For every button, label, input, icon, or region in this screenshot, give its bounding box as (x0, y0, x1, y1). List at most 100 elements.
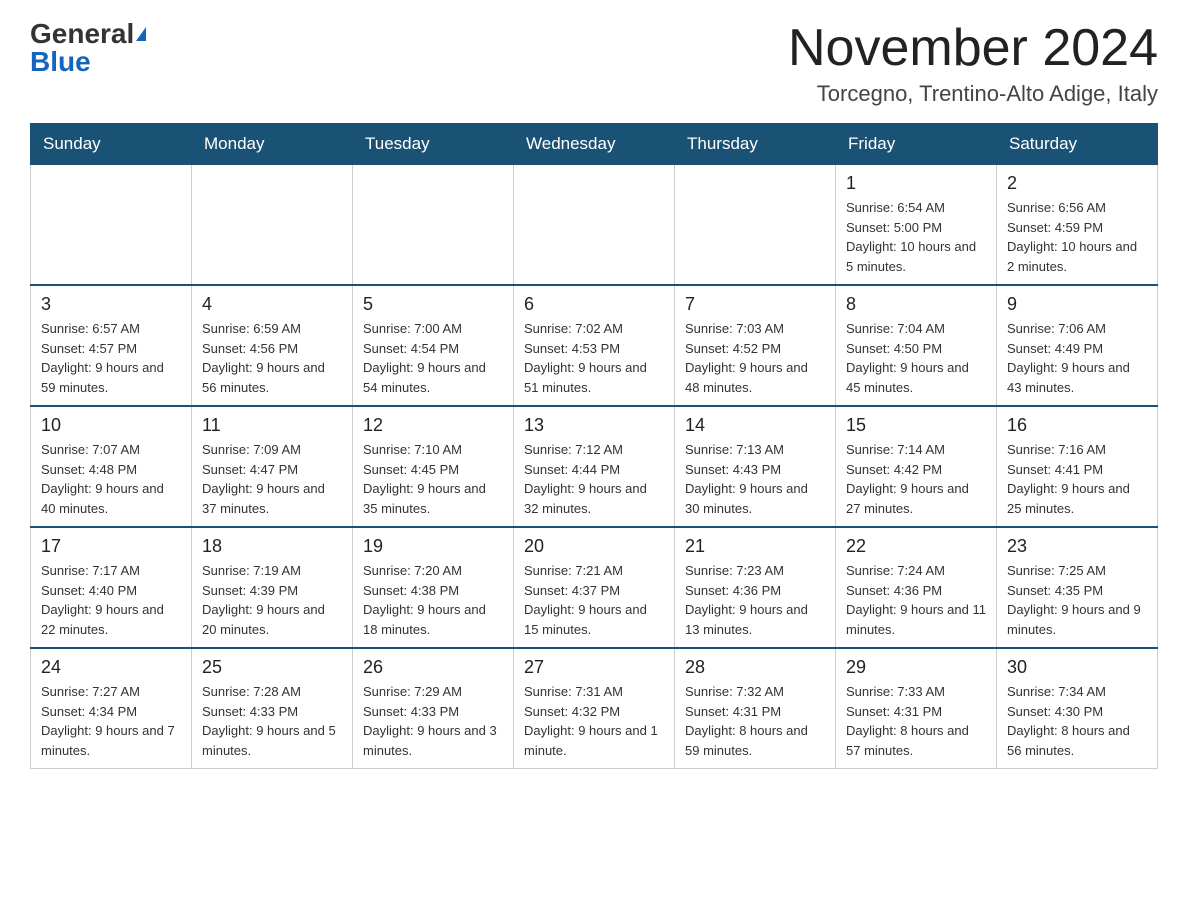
day-number: 5 (363, 294, 503, 315)
calendar-cell: 10 Sunrise: 7:07 AM Sunset: 4:48 PM Dayli… (31, 406, 192, 527)
day-info: Sunrise: 7:23 AM Sunset: 4:36 PM Dayligh… (685, 561, 825, 639)
day-info: Sunrise: 7:07 AM Sunset: 4:48 PM Dayligh… (41, 440, 181, 518)
day-number: 21 (685, 536, 825, 557)
day-number: 24 (41, 657, 181, 678)
calendar-cell: 20Sunrise: 7:21 AM Sunset: 4:37 PM Dayli… (514, 527, 675, 648)
calendar-cell: 12 Sunrise: 7:10 AM Sunset: 4:45 PM Dayli… (353, 406, 514, 527)
day-number: 4 (202, 294, 342, 315)
calendar-cell: 27 Sunrise: 7:31 AM Sunset: 4:32 PM Dayli… (514, 648, 675, 769)
day-info: Sunrise: 7:09 AM Sunset: 4:47 PM Dayligh… (202, 440, 342, 518)
day-number: 11 (202, 415, 342, 436)
day-info: Sunrise: 7:19 AM Sunset: 4:39 PM Dayligh… (202, 561, 342, 639)
calendar-cell: 16 Sunrise: 7:16 AM Sunset: 4:41 PM Dayli… (997, 406, 1158, 527)
day-info: Sunrise: 7:34 AM Sunset: 4:30 PM Dayligh… (1007, 682, 1147, 760)
day-info: Sunrise: 7:16 AM Sunset: 4:41 PM Dayligh… (1007, 440, 1147, 518)
weekday-header-sunday: Sunday (31, 124, 192, 165)
day-number: 23 (1007, 536, 1147, 557)
title-area: November 2024 Torcegno, Trentino-Alto Ad… (788, 20, 1158, 107)
calendar-cell: 23 Sunrise: 7:25 AM Sunset: 4:35 PM Dayli… (997, 527, 1158, 648)
day-number: 25 (202, 657, 342, 678)
calendar-cell: 11 Sunrise: 7:09 AM Sunset: 4:47 PM Dayli… (192, 406, 353, 527)
calendar-cell: 26 Sunrise: 7:29 AM Sunset: 4:33 PM Dayli… (353, 648, 514, 769)
day-number: 20 (524, 536, 664, 557)
day-info: Sunrise: 7:29 AM Sunset: 4:33 PM Dayligh… (363, 682, 503, 760)
logo-blue: Blue (30, 48, 91, 76)
location-title: Torcegno, Trentino-Alto Adige, Italy (788, 81, 1158, 107)
day-info: Sunrise: 7:10 AM Sunset: 4:45 PM Dayligh… (363, 440, 503, 518)
calendar-cell: 1Sunrise: 6:54 AM Sunset: 5:00 PM Daylig… (836, 165, 997, 286)
month-title: November 2024 (788, 20, 1158, 77)
calendar-cell: 4Sunrise: 6:59 AM Sunset: 4:56 PM Daylig… (192, 285, 353, 406)
week-row-3: 17 Sunrise: 7:17 AM Sunset: 4:40 PM Dayli… (31, 527, 1158, 648)
calendar-cell: 24 Sunrise: 7:27 AM Sunset: 4:34 PM Dayli… (31, 648, 192, 769)
day-number: 28 (685, 657, 825, 678)
day-info: Sunrise: 7:24 AM Sunset: 4:36 PM Dayligh… (846, 561, 986, 639)
day-info: Sunrise: 7:31 AM Sunset: 4:32 PM Dayligh… (524, 682, 664, 760)
calendar-cell: 18 Sunrise: 7:19 AM Sunset: 4:39 PM Dayli… (192, 527, 353, 648)
page-header: General Blue November 2024 Torcegno, Tre… (30, 20, 1158, 107)
day-number: 17 (41, 536, 181, 557)
day-number: 18 (202, 536, 342, 557)
calendar-cell: 30 Sunrise: 7:34 AM Sunset: 4:30 PM Dayli… (997, 648, 1158, 769)
calendar-cell: 2Sunrise: 6:56 AM Sunset: 4:59 PM Daylig… (997, 165, 1158, 286)
day-number: 26 (363, 657, 503, 678)
calendar-cell (31, 165, 192, 286)
calendar-cell: 17 Sunrise: 7:17 AM Sunset: 4:40 PM Dayli… (31, 527, 192, 648)
day-info: Sunrise: 7:33 AM Sunset: 4:31 PM Dayligh… (846, 682, 986, 760)
day-info: Sunrise: 7:12 AM Sunset: 4:44 PM Dayligh… (524, 440, 664, 518)
calendar-cell (192, 165, 353, 286)
calendar-cell: 15Sunrise: 7:14 AM Sunset: 4:42 PM Dayli… (836, 406, 997, 527)
week-row-1: 3 Sunrise: 6:57 AM Sunset: 4:57 PM Daylig… (31, 285, 1158, 406)
calendar-cell: 7Sunrise: 7:03 AM Sunset: 4:52 PM Daylig… (675, 285, 836, 406)
day-number: 8 (846, 294, 986, 315)
calendar-cell: 3 Sunrise: 6:57 AM Sunset: 4:57 PM Daylig… (31, 285, 192, 406)
weekday-header-thursday: Thursday (675, 124, 836, 165)
calendar-cell (514, 165, 675, 286)
day-info: Sunrise: 7:25 AM Sunset: 4:35 PM Dayligh… (1007, 561, 1147, 639)
logo-general: General (30, 20, 134, 48)
day-number: 27 (524, 657, 664, 678)
day-info: Sunrise: 7:00 AM Sunset: 4:54 PM Dayligh… (363, 319, 503, 397)
weekday-header-tuesday: Tuesday (353, 124, 514, 165)
logo-triangle-icon (136, 27, 146, 41)
logo: General Blue (30, 20, 146, 76)
calendar-cell: 28Sunrise: 7:32 AM Sunset: 4:31 PM Dayli… (675, 648, 836, 769)
calendar-cell: 5 Sunrise: 7:00 AM Sunset: 4:54 PM Daylig… (353, 285, 514, 406)
weekday-header-wednesday: Wednesday (514, 124, 675, 165)
day-info: Sunrise: 6:54 AM Sunset: 5:00 PM Dayligh… (846, 198, 986, 276)
day-info: Sunrise: 7:17 AM Sunset: 4:40 PM Dayligh… (41, 561, 181, 639)
day-number: 30 (1007, 657, 1147, 678)
weekday-header-row: SundayMondayTuesdayWednesdayThursdayFrid… (31, 124, 1158, 165)
calendar-cell: 14 Sunrise: 7:13 AM Sunset: 4:43 PM Dayli… (675, 406, 836, 527)
calendar-cell: 21 Sunrise: 7:23 AM Sunset: 4:36 PM Dayli… (675, 527, 836, 648)
calendar-cell: 9Sunrise: 7:06 AM Sunset: 4:49 PM Daylig… (997, 285, 1158, 406)
calendar-cell: 29 Sunrise: 7:33 AM Sunset: 4:31 PM Dayli… (836, 648, 997, 769)
day-number: 14 (685, 415, 825, 436)
day-number: 6 (524, 294, 664, 315)
day-number: 16 (1007, 415, 1147, 436)
day-info: Sunrise: 7:02 AM Sunset: 4:53 PM Dayligh… (524, 319, 664, 397)
day-info: Sunrise: 6:57 AM Sunset: 4:57 PM Dayligh… (41, 319, 181, 397)
calendar-cell: 25Sunrise: 7:28 AM Sunset: 4:33 PM Dayli… (192, 648, 353, 769)
day-number: 12 (363, 415, 503, 436)
day-number: 29 (846, 657, 986, 678)
calendar-cell: 8 Sunrise: 7:04 AM Sunset: 4:50 PM Daylig… (836, 285, 997, 406)
week-row-4: 24 Sunrise: 7:27 AM Sunset: 4:34 PM Dayli… (31, 648, 1158, 769)
calendar-cell (353, 165, 514, 286)
week-row-0: 1Sunrise: 6:54 AM Sunset: 5:00 PM Daylig… (31, 165, 1158, 286)
day-number: 9 (1007, 294, 1147, 315)
day-info: Sunrise: 7:04 AM Sunset: 4:50 PM Dayligh… (846, 319, 986, 397)
calendar-cell: 6 Sunrise: 7:02 AM Sunset: 4:53 PM Daylig… (514, 285, 675, 406)
day-info: Sunrise: 7:14 AM Sunset: 4:42 PM Dayligh… (846, 440, 986, 518)
day-number: 3 (41, 294, 181, 315)
day-number: 7 (685, 294, 825, 315)
day-number: 22 (846, 536, 986, 557)
day-number: 2 (1007, 173, 1147, 194)
day-info: Sunrise: 7:13 AM Sunset: 4:43 PM Dayligh… (685, 440, 825, 518)
calendar-cell (675, 165, 836, 286)
day-info: Sunrise: 7:27 AM Sunset: 4:34 PM Dayligh… (41, 682, 181, 760)
weekday-header-saturday: Saturday (997, 124, 1158, 165)
day-info: Sunrise: 7:20 AM Sunset: 4:38 PM Dayligh… (363, 561, 503, 639)
day-number: 10 (41, 415, 181, 436)
day-number: 19 (363, 536, 503, 557)
